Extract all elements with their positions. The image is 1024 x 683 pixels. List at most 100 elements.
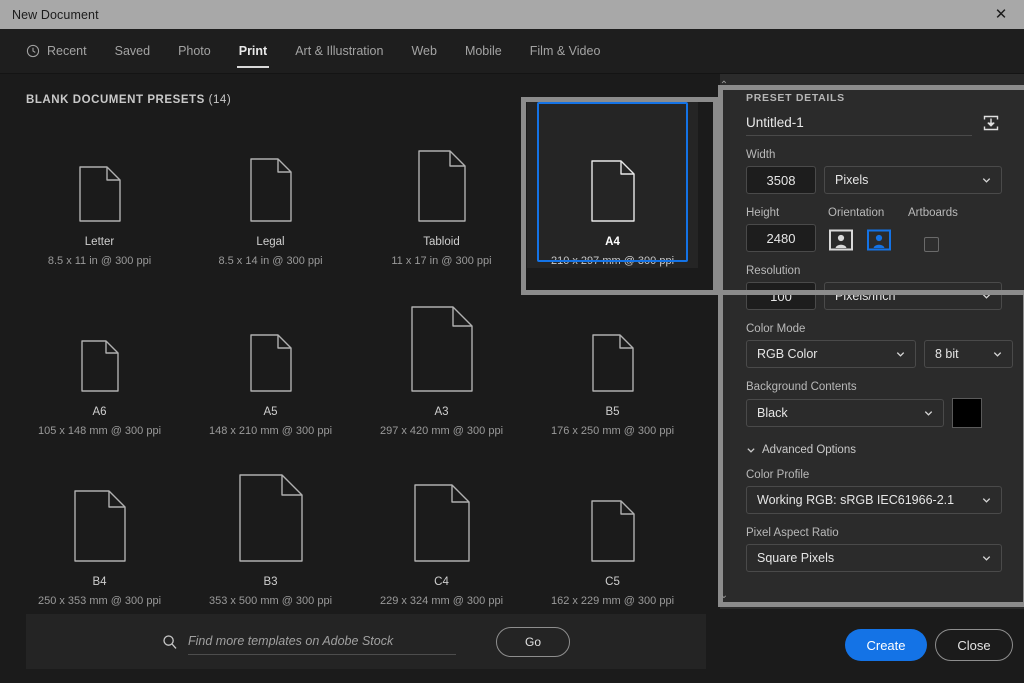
artboards-checkbox[interactable] xyxy=(924,237,939,252)
document-name-row xyxy=(746,110,1002,136)
tab-label: Mobile xyxy=(464,44,502,58)
preset-card-a4[interactable]: A4 210 x 297 mm @ 300 ppi xyxy=(527,98,698,268)
preset-card-b5[interactable]: B5 176 x 250 mm @ 300 ppi xyxy=(527,268,698,438)
document-name-input[interactable] xyxy=(746,110,972,136)
close-glyph: ✕ xyxy=(994,6,1008,23)
landscape-icon xyxy=(829,229,853,251)
color-profile-label: Color Profile xyxy=(746,469,810,481)
width-row: Pixels xyxy=(746,166,1002,194)
stock-search-input[interactable] xyxy=(188,628,456,655)
preset-details-title: PRESET DETAILS xyxy=(746,92,845,104)
stock-go-button[interactable]: Go xyxy=(496,626,570,657)
chevron-down-icon xyxy=(895,349,906,360)
chevron-down-icon xyxy=(981,175,992,186)
width-unit-select[interactable]: Pixels xyxy=(824,166,1002,194)
document-icon xyxy=(417,126,466,222)
tab-saved[interactable]: Saved xyxy=(101,29,164,74)
advanced-options-toggle[interactable]: Advanced Options xyxy=(746,444,1002,456)
width-unit-value: Pixels xyxy=(835,173,869,187)
preset-spec: 8.5 x 11 in @ 300 ppi xyxy=(47,255,152,267)
preset-card-a5[interactable]: A5 148 x 210 mm @ 300 ppi xyxy=(185,268,356,438)
orientation-landscape-button[interactable] xyxy=(828,228,854,252)
chevron-down-icon xyxy=(923,408,934,419)
orientation-label: Orientation xyxy=(828,207,885,219)
preset-card-tabloid[interactable]: Tabloid 11 x 17 in @ 300 ppi xyxy=(356,98,527,268)
document-icon xyxy=(78,126,121,222)
resolution-input[interactable] xyxy=(746,282,816,310)
resolution-unit-select[interactable]: Pixels/Inch xyxy=(824,282,1002,310)
tab-photo[interactable]: Photo xyxy=(164,29,225,74)
tab-web[interactable]: Web xyxy=(397,29,450,74)
document-icon xyxy=(249,126,292,222)
preset-browser: BLANK DOCUMENT PRESETS (14) Letter 8.5 x … xyxy=(0,74,720,609)
background-contents-value: Black xyxy=(757,406,788,420)
tab-label: Art & Illustration xyxy=(295,44,384,58)
preset-name: Letter xyxy=(84,236,115,248)
bit-depth-value: 8 bit xyxy=(935,347,959,361)
preset-card-c4[interactable]: C4 229 x 324 mm @ 300 ppi xyxy=(356,438,527,608)
pixel-aspect-ratio-select[interactable]: Square Pixels xyxy=(746,544,1002,572)
background-contents-label: Background Contents xyxy=(746,381,857,393)
preset-card-b4[interactable]: B4 250 x 353 mm @ 300 ppi xyxy=(14,438,185,608)
preset-name: A6 xyxy=(92,406,107,418)
chevron-down-icon xyxy=(992,349,1003,360)
tab-art-and-illustration[interactable]: Art & Illustration xyxy=(281,29,397,74)
close-icon[interactable]: ✕ xyxy=(978,0,1024,29)
clock-icon xyxy=(26,44,40,58)
window-title: New Document xyxy=(12,7,99,22)
background-contents-select[interactable]: Black xyxy=(746,399,944,427)
preset-card-a6[interactable]: A6 105 x 148 mm @ 300 ppi xyxy=(14,268,185,438)
preset-card-a3[interactable]: A3 297 x 420 mm @ 300 ppi xyxy=(356,268,527,438)
title-bar: New Document ✕ xyxy=(0,0,1024,29)
portrait-icon xyxy=(867,229,891,251)
preset-card-letter[interactable]: Letter 8.5 x 11 in @ 300 ppi xyxy=(14,98,185,268)
search-icon xyxy=(162,634,178,650)
tab-recent[interactable]: Recent xyxy=(12,29,101,74)
pixel-aspect-ratio-row: Square Pixels xyxy=(746,544,1002,572)
preset-name: C4 xyxy=(434,576,449,588)
preset-name: B3 xyxy=(263,576,278,588)
create-button[interactable]: Create xyxy=(845,629,927,661)
preset-spec: 162 x 229 mm @ 300 ppi xyxy=(550,595,675,607)
preset-card-b3[interactable]: B3 353 x 500 mm @ 300 ppi xyxy=(185,438,356,608)
document-icon xyxy=(590,466,635,562)
tab-film-and-video[interactable]: Film & Video xyxy=(516,29,615,74)
cancel-button[interactable]: Close xyxy=(935,629,1013,661)
preset-name: A5 xyxy=(263,406,278,418)
background-color-swatch[interactable] xyxy=(952,398,982,428)
tab-mobile[interactable]: Mobile xyxy=(451,29,516,74)
preset-spec: 250 x 353 mm @ 300 ppi xyxy=(37,595,162,607)
preset-name: B5 xyxy=(605,406,620,418)
artboards-label: Artboards xyxy=(908,207,958,219)
bit-depth-select[interactable]: 8 bit xyxy=(924,340,1013,368)
preset-spec: 11 x 17 in @ 300 ppi xyxy=(391,255,492,267)
preset-name: A3 xyxy=(434,406,449,418)
preset-name: Legal xyxy=(256,236,285,248)
pixel-aspect-ratio-value: Square Pixels xyxy=(757,551,835,565)
color-mode-select[interactable]: RGB Color xyxy=(746,340,916,368)
tab-label: Photo xyxy=(178,44,211,58)
document-icon xyxy=(410,296,473,392)
tab-label: Saved xyxy=(114,44,151,58)
height-label: Height xyxy=(746,207,780,219)
tab-label: Recent xyxy=(47,44,87,58)
preset-card-legal[interactable]: Legal 8.5 x 14 in @ 300 ppi xyxy=(185,98,356,268)
preset-name: B4 xyxy=(92,576,107,588)
preset-card-c5[interactable]: C5 162 x 229 mm @ 300 ppi xyxy=(527,438,698,608)
height-input[interactable] xyxy=(746,224,816,252)
preset-name: A4 xyxy=(605,236,620,248)
preset-grid: Letter 8.5 x 11 in @ 300 ppi Legal 8.5 x 14… xyxy=(14,98,720,608)
save-preset-icon[interactable] xyxy=(980,112,1002,134)
width-input[interactable] xyxy=(746,166,816,194)
document-icon xyxy=(590,126,635,222)
color-profile-select[interactable]: Working RGB: sRGB IEC61966-2.1 xyxy=(746,486,1002,514)
tab-label: Web xyxy=(411,44,437,58)
preset-spec: 176 x 250 mm @ 300 ppi xyxy=(550,425,675,437)
preset-spec: 210 x 297 mm @ 300 ppi xyxy=(550,255,675,267)
color-mode-value: RGB Color xyxy=(757,347,818,361)
orientation-portrait-button[interactable] xyxy=(866,228,892,252)
color-profile-value: Working RGB: sRGB IEC61966-2.1 xyxy=(757,493,955,507)
tab-print[interactable]: Print xyxy=(225,29,281,74)
document-icon xyxy=(591,296,634,392)
preset-spec: 148 x 210 mm @ 300 ppi xyxy=(208,425,333,437)
